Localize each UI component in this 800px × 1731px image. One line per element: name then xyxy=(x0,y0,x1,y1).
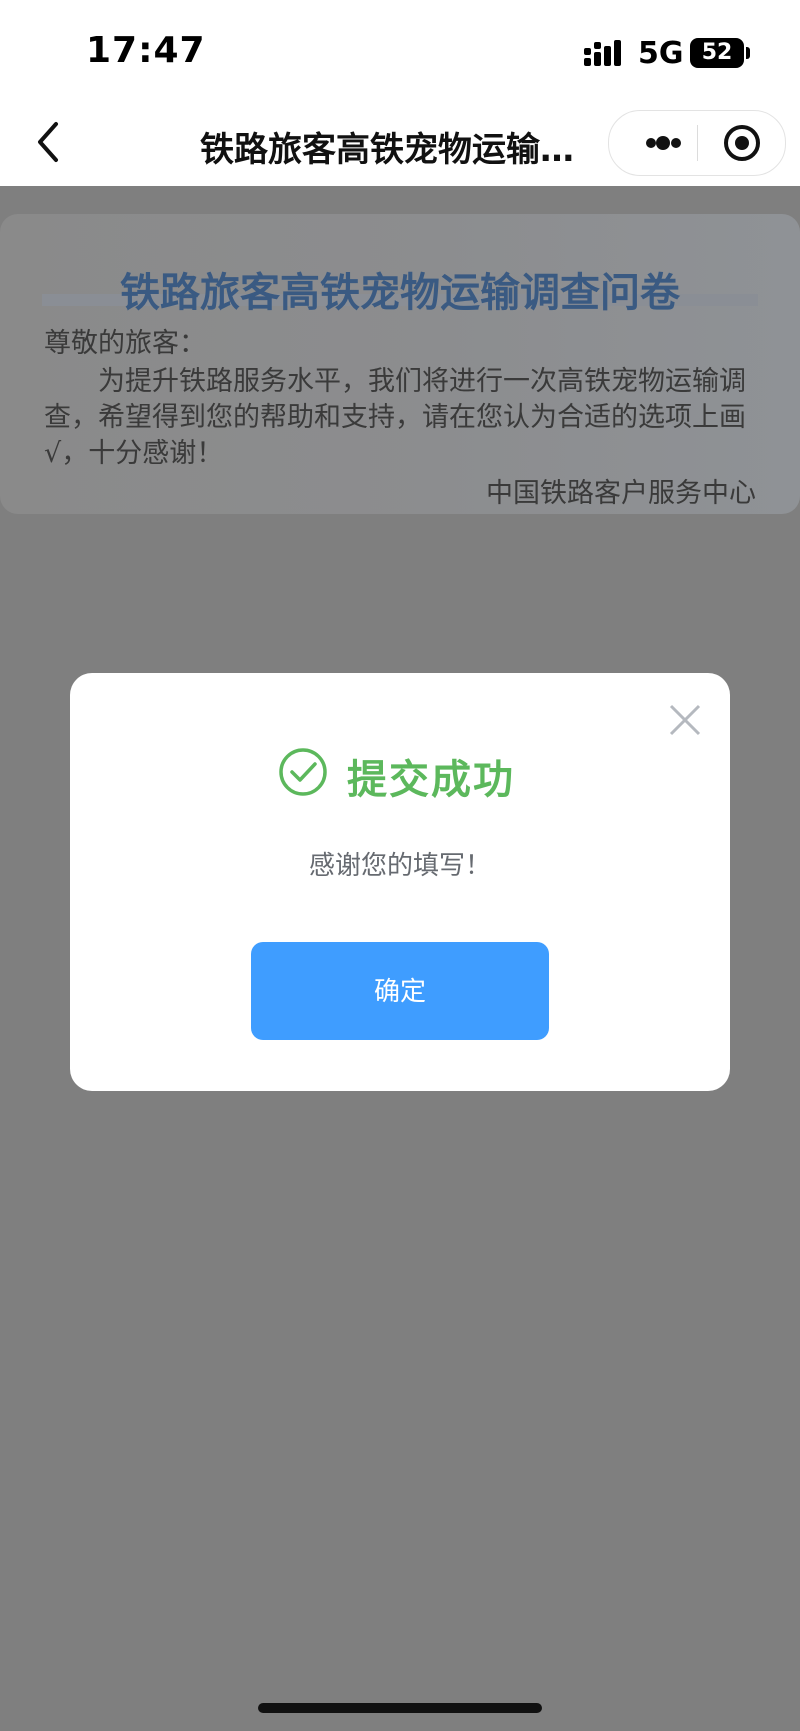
status-time: 17:47 xyxy=(86,30,206,71)
capsule-divider xyxy=(697,125,698,161)
confirm-button[interactable]: 确定 xyxy=(251,942,549,1040)
check-circle-icon xyxy=(279,748,327,796)
status-bar: 17:47 5G 52 xyxy=(0,0,800,100)
survey-title: 铁路旅客高铁宠物运输调查问卷 xyxy=(120,270,680,316)
battery-level: 52 xyxy=(690,38,744,68)
survey-header-card: 铁路旅客高铁宠物运输调查问卷 尊敬的旅客： 为提升铁路服务水平，我们将进行一次高… xyxy=(0,214,800,514)
dialog-title: 提交成功 xyxy=(347,757,515,803)
page-title: 铁路旅客高铁宠物运输… xyxy=(200,130,574,170)
success-dialog: 提交成功 感谢您的填写！ 确定 xyxy=(70,673,730,1091)
dialog-message: 感谢您的填写！ xyxy=(308,851,491,881)
back-chevron-icon[interactable] xyxy=(30,118,70,166)
mini-program-capsule xyxy=(608,110,786,176)
survey-intro: 为提升铁路服务水平，我们将进行一次高铁宠物运输调查，希望得到您的帮助和支持，请在… xyxy=(44,366,746,469)
survey-signature: 中国铁路客户服务中心 xyxy=(486,478,756,509)
survey-greeting: 尊敬的旅客： xyxy=(44,328,206,359)
home-indicator[interactable] xyxy=(258,1703,542,1713)
network-type: 5G xyxy=(638,36,684,71)
close-target-icon[interactable] xyxy=(709,111,775,175)
more-dots-icon[interactable] xyxy=(629,111,695,175)
signal-strength-icon xyxy=(584,40,621,66)
nav-bar: 铁路旅客高铁宠物运输… xyxy=(0,100,800,186)
battery-nub xyxy=(746,47,750,59)
close-x-icon[interactable] xyxy=(668,703,702,737)
